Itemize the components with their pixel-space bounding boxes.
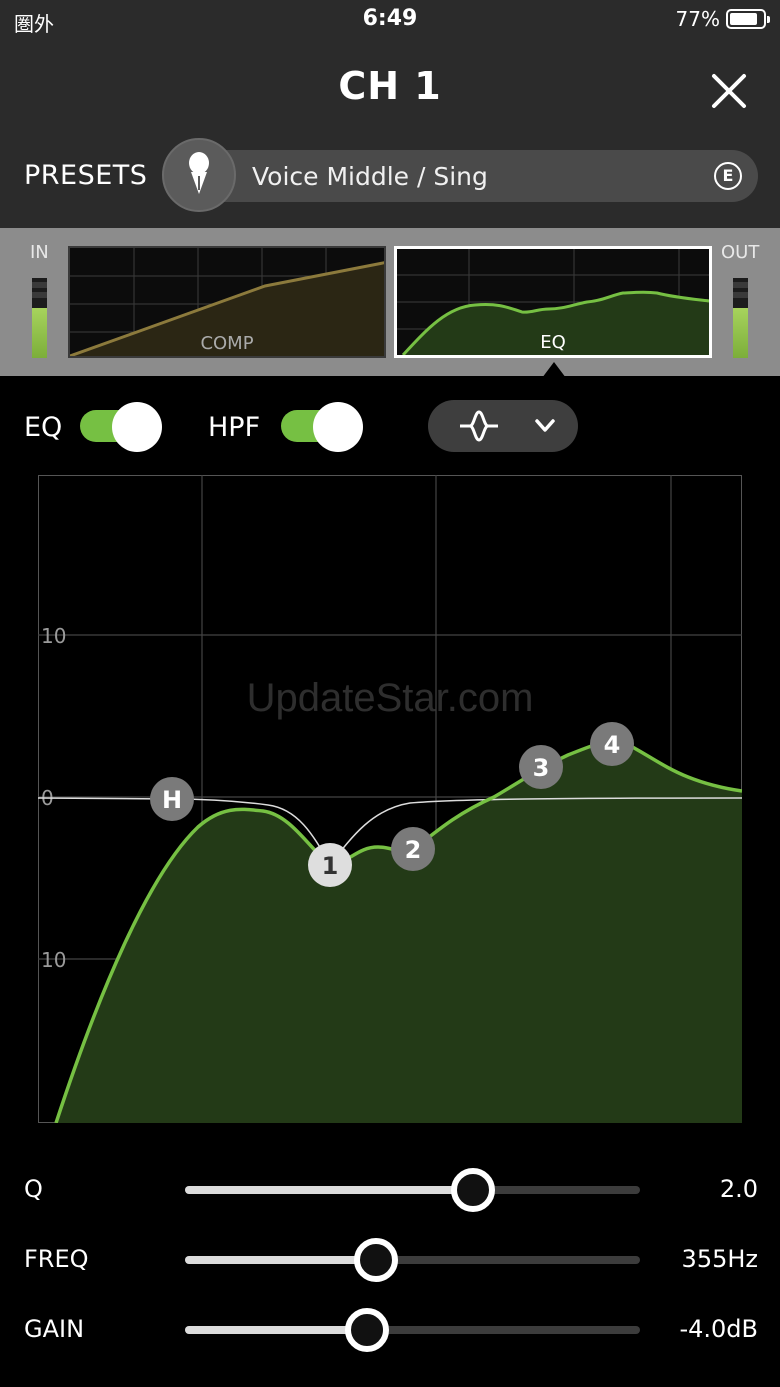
band-3-label: 3 (533, 754, 550, 782)
preset-selector[interactable]: Voice Middle / Sing E (162, 138, 758, 212)
eq-toggle-label: EQ (24, 412, 63, 443)
q-slider-row: Q 2.0 (0, 1165, 780, 1215)
close-icon[interactable] (706, 68, 752, 114)
watermark-text: UpdateStar.com (247, 676, 534, 720)
battery-icon (726, 9, 770, 29)
output-level-fill (733, 308, 748, 358)
microphone-icon (189, 152, 209, 194)
band-handle-2[interactable]: 2 (391, 827, 435, 871)
eq-thumbnail[interactable]: EQ (394, 246, 712, 358)
band-handle-1[interactable]: 1 (308, 843, 352, 887)
battery-status: 77% (675, 7, 770, 31)
eq-switch[interactable] (80, 402, 162, 452)
q-label: Q (24, 1175, 43, 1203)
hpf-toggle-label: HPF (208, 412, 261, 443)
comp-thumbnail[interactable]: COMP (68, 246, 386, 358)
battery-percent: 77% (675, 7, 720, 31)
band-1-label: 1 (322, 852, 339, 880)
peaking-filter-icon (460, 410, 498, 442)
clock: 6:49 (362, 6, 418, 31)
eq-label: EQ (540, 332, 566, 353)
band-handle-h[interactable]: H (150, 777, 194, 821)
freq-slider-thumb[interactable] (354, 1238, 399, 1282)
q-slider[interactable] (185, 1168, 640, 1212)
selected-pointer (542, 362, 566, 378)
input-level-meter (32, 278, 47, 358)
presets-label: PRESETS (24, 160, 148, 191)
processing-strip: IN COMP EQ OUT (0, 228, 780, 376)
chevron-down-icon (535, 419, 555, 432)
gain-slider-thumb[interactable] (345, 1308, 389, 1352)
eq-toggle-row: EQ HPF (0, 396, 780, 460)
input-meter-label: IN (30, 242, 49, 263)
band-4-label: 4 (604, 731, 621, 759)
gain-slider-fill (185, 1326, 367, 1334)
input-level-fill (32, 308, 47, 358)
channel-title: CH 1 (338, 64, 442, 108)
gain-label: GAIN (24, 1315, 85, 1343)
microphone-button[interactable] (162, 138, 236, 212)
preset-name: Voice Middle / Sing (252, 162, 488, 191)
y-axis-label-bottom: 10 (41, 948, 66, 972)
band-2-label: 2 (405, 836, 422, 864)
q-slider-fill (185, 1186, 474, 1194)
gain-slider[interactable] (185, 1308, 640, 1352)
band-handle-3[interactable]: 3 (519, 745, 563, 789)
q-slider-thumb[interactable] (451, 1168, 496, 1212)
comp-label: COMP (200, 333, 254, 354)
channel-header: CH 1 PRESETS Voice Middle / Sing E (0, 40, 780, 228)
eq-graph[interactable]: UpdateStar.com 10 0 10 100 1k 10k H 1 2 … (38, 475, 742, 1123)
hpf-switch[interactable] (281, 402, 363, 452)
band-h-label: H (162, 786, 182, 814)
freq-slider[interactable] (185, 1238, 640, 1282)
filter-type-dropdown[interactable] (428, 400, 578, 452)
gain-value: -4.0dB (679, 1315, 758, 1343)
y-axis-label-top: 10 (41, 624, 66, 648)
freq-label: FREQ (24, 1245, 89, 1273)
output-meter-label: OUT (721, 242, 760, 263)
freq-value: 355Hz (681, 1245, 758, 1273)
status-bar: 圏外 6:49 77% (0, 0, 780, 40)
edit-preset-icon[interactable]: E (714, 162, 742, 190)
freq-slider-fill (185, 1256, 377, 1264)
output-level-meter (733, 278, 748, 358)
q-value: 2.0 (719, 1175, 758, 1203)
band-handle-4[interactable]: 4 (590, 722, 634, 766)
freq-slider-row: FREQ 355Hz (0, 1235, 780, 1285)
gain-slider-row: GAIN -4.0dB (0, 1305, 780, 1355)
